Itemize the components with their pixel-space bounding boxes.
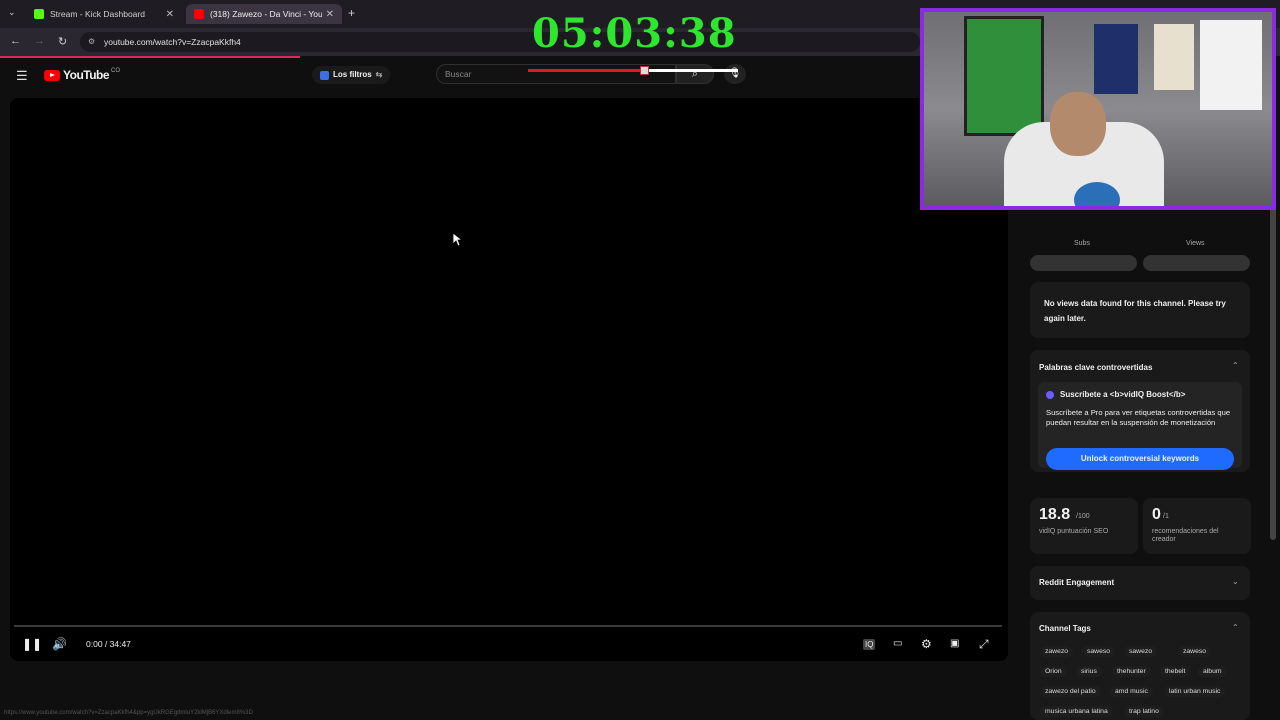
unlock-keywords-button[interactable]: Unlock controversial keywords [1046, 448, 1234, 470]
video-player[interactable] [10, 98, 1008, 661]
jersey-image [1200, 20, 1262, 110]
channel-tag[interactable]: amd music [1110, 686, 1153, 697]
controversial-title: Palabras clave controvertidas [1039, 363, 1153, 372]
channel-tag[interactable]: Orion [1040, 666, 1067, 677]
miniplayer-icon[interactable]: ▣ [950, 638, 959, 649]
streamer-face-image [1050, 92, 1106, 156]
vidiq-filter-icon [320, 70, 329, 80]
youtube-favicon-icon [194, 9, 204, 19]
channel-tags-title: Channel Tags [1039, 624, 1091, 633]
seo-score-label: vidIQ puntuación SEO [1039, 528, 1109, 535]
no-views-message: No views data found for this channel. Pl… [1044, 299, 1226, 323]
filters-button[interactable]: Los filtros ⇆ [312, 66, 391, 84]
vidiq-boost-icon [1046, 391, 1054, 399]
sliders-icon: ⇆ [375, 70, 383, 79]
promo-text: Suscríbete a Pro para ver etiquetas cont… [1046, 408, 1231, 427]
stream-timer: 05:03:38 [532, 10, 737, 57]
voice-search-button[interactable]: 🎙 [724, 64, 746, 84]
youtube-play-logo-icon [44, 69, 60, 81]
channel-tag[interactable]: thehunter [1112, 666, 1151, 677]
collapse-chevron-icon[interactable]: ⌃ [1232, 623, 1239, 632]
views-value-placeholder [1143, 255, 1250, 271]
video-timecode: 0:00 / 34:47 [86, 639, 131, 649]
channel-logo-badge-icon [1074, 182, 1120, 206]
recs-max: /1 [1163, 513, 1169, 520]
url-text: youtube.com/watch?v=ZzacpaKkfh4 [104, 37, 241, 47]
tab-title: (318) Zawezo - Da Vinci - YouT [210, 9, 322, 19]
volume-icon[interactable]: 🔊 [52, 637, 67, 651]
expand-chevron-icon[interactable]: ⌄ [1232, 577, 1239, 586]
fullscreen-icon[interactable]: ⤢ [979, 637, 989, 652]
search-button[interactable]: ⌕ [676, 64, 714, 84]
channel-tag[interactable]: trap latino [1124, 706, 1164, 717]
slider-fill [528, 69, 643, 72]
channel-tag[interactable]: musica urbana latina [1040, 706, 1113, 717]
forward-arrow-icon[interactable]: → [34, 35, 45, 47]
channel-tag[interactable]: zawezo [1040, 646, 1074, 657]
search-placeholder: Buscar [445, 69, 472, 79]
channel-tag[interactable]: latin urban music [1164, 686, 1226, 697]
status-bar-url: https://www.youtube.com/watch?v=ZzacpaKk… [4, 710, 253, 716]
creator-recommendations-card: 0 /1 recomendaciones del creador [1143, 498, 1251, 554]
tab-close-icon[interactable]: ✕ [326, 9, 334, 20]
channel-tag[interactable]: zawezo del patio [1040, 686, 1101, 697]
jersey-image [1094, 24, 1138, 94]
back-arrow-icon[interactable]: ← [10, 35, 21, 47]
channel-tag[interactable]: sirius [1076, 666, 1102, 677]
channel-tag[interactable]: thebelt [1160, 666, 1191, 677]
youtube-logo-text: YouTube [63, 68, 110, 82]
channel-tags-card: Channel Tags ⌃ zawezo saweso sawezo zawe… [1030, 612, 1250, 720]
reddit-engagement-card[interactable]: Reddit Engagement ⌄ [1030, 566, 1250, 600]
no-views-card: No views data found for this channel. Pl… [1030, 282, 1250, 338]
site-info-icon[interactable]: ⚙ [88, 32, 95, 52]
overlay-red-slider [528, 66, 738, 75]
subs-value-placeholder [1030, 255, 1137, 271]
filters-label: Los filtros [333, 70, 372, 79]
subtitles-icon[interactable]: ▭ [893, 638, 902, 649]
seo-score-card: 18.8 /100 vidIQ puntuación SEO [1030, 498, 1138, 554]
recs-value: 0 [1152, 506, 1161, 523]
tab-close-icon[interactable]: ✕ [166, 9, 174, 20]
framed-picture-image [1154, 24, 1194, 90]
channel-tag[interactable]: album [1198, 666, 1227, 677]
kick-favicon-icon [34, 9, 44, 19]
mouse-cursor-icon [453, 233, 463, 247]
vidiq-player-icon[interactable]: IQ [863, 639, 876, 650]
youtube-logo[interactable]: YouTube CO [44, 68, 120, 82]
tab-kick-dashboard[interactable]: Stream - Kick Dashboard ✕ [26, 4, 182, 24]
tab-list-chevron-icon[interactable]: ⌄ [8, 7, 16, 18]
seo-score-max: /100 [1076, 513, 1090, 520]
webcam-overlay [920, 8, 1276, 210]
channel-tag[interactable]: saweso [1082, 646, 1116, 657]
new-tab-button[interactable]: + [348, 6, 355, 20]
address-bar[interactable]: ⚙ youtube.com/watch?v=ZzacpaKkfh4 [80, 32, 920, 52]
settings-gear-icon[interactable]: ⚙ [921, 637, 932, 651]
seo-score-value: 18.8 [1039, 506, 1071, 523]
channel-tag[interactable]: sawezo [1124, 646, 1158, 657]
slider-knob [640, 66, 649, 75]
pause-icon[interactable]: ❚❚ [22, 637, 42, 651]
video-progress-bar[interactable] [14, 625, 1002, 627]
subs-label: Subs [1074, 240, 1090, 247]
hamburger-menu-icon[interactable]: ☰ [16, 68, 28, 84]
tab-youtube-video[interactable]: (318) Zawezo - Da Vinci - YouT ✕ [186, 4, 342, 24]
reddit-title: Reddit Engagement [1039, 578, 1115, 587]
country-code: CO [111, 68, 121, 74]
tab-title: Stream - Kick Dashboard [50, 9, 145, 19]
tactics-board-image [964, 16, 1044, 136]
views-label: Views [1186, 240, 1205, 247]
channel-tag[interactable]: zaweso [1178, 646, 1212, 657]
promo-title: Suscríbete a <b>vidIQ Boost</b> [1060, 390, 1186, 399]
collapse-chevron-icon[interactable]: ⌃ [1232, 361, 1239, 370]
recs-label: recomendaciones del creador [1152, 528, 1219, 543]
reload-icon[interactable]: ↻ [58, 35, 67, 48]
